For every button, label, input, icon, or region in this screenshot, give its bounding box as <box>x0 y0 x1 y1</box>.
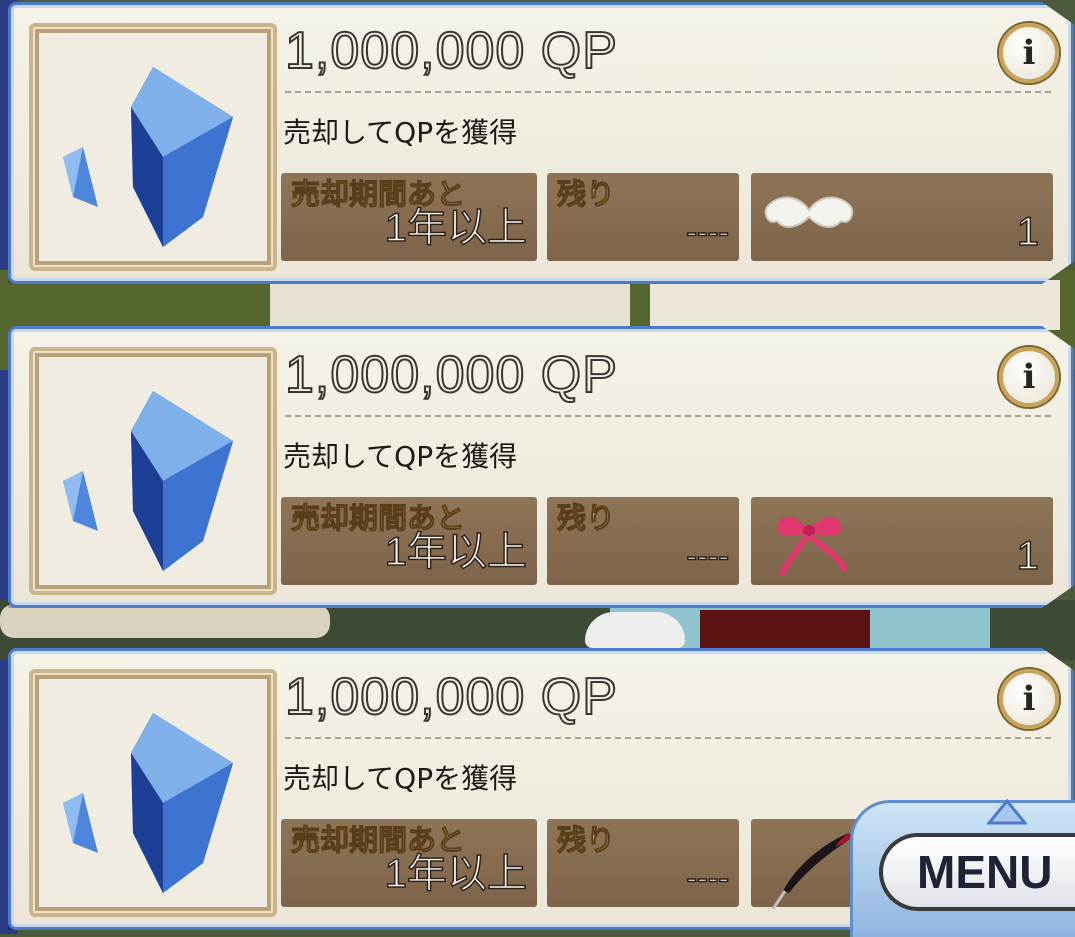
divider <box>285 415 1051 417</box>
remaining-value: ---- <box>686 537 730 575</box>
sell-period-field: 売却期間あと 1年以上 <box>281 497 537 585</box>
sell-period-field: 売却期間あと 1年以上 <box>281 819 537 907</box>
remaining-label: 残り <box>556 501 616 536</box>
crystal-icon <box>63 67 233 247</box>
bonus-item-field: 1 <box>751 497 1053 585</box>
divider <box>285 737 1051 739</box>
remaining-label: 残り <box>556 823 616 858</box>
item-description: 売却してQPを獲得 <box>283 762 518 795</box>
divider <box>285 91 1051 93</box>
remaining-value: ---- <box>686 213 730 251</box>
item-card[interactable]: 1,000,000 QP i 売却してQPを獲得 売却期間あと 1年以上 残り … <box>8 2 1074 284</box>
item-thumbnail <box>29 347 277 595</box>
item-card[interactable]: 1,000,000 QP i 売却してQPを獲得 売却期間あと 1年以上 残り … <box>8 326 1074 608</box>
remaining-field: 残り ---- <box>547 819 739 907</box>
chevron-up-icon[interactable] <box>987 799 1027 825</box>
mustache-icon <box>764 196 854 228</box>
remaining-field: 残り ---- <box>547 497 739 585</box>
crystal-icon <box>63 391 233 571</box>
menu-panel: MENU <box>850 799 1075 937</box>
qp-price: 1,000,000 QP <box>284 345 618 405</box>
remaining-field: 残り ---- <box>547 173 739 261</box>
info-button[interactable]: i <box>999 347 1059 407</box>
sell-period-value: 1年以上 <box>384 851 528 897</box>
info-button[interactable]: i <box>999 669 1059 729</box>
ribbon-icon <box>776 516 848 577</box>
bonus-item-field: 1 <box>751 173 1053 261</box>
sell-period-value: 1年以上 <box>384 529 528 575</box>
remaining-value: ---- <box>686 859 730 897</box>
sell-period-field: 売却期間あと 1年以上 <box>281 173 537 261</box>
item-description: 売却してQPを獲得 <box>283 440 518 473</box>
sell-period-value: 1年以上 <box>384 205 528 251</box>
bonus-item-count: 1 <box>1016 533 1040 579</box>
item-description: 売却してQPを獲得 <box>283 116 518 149</box>
bonus-item-count: 1 <box>1016 209 1040 255</box>
info-button[interactable]: i <box>999 23 1059 83</box>
item-thumbnail <box>29 23 277 271</box>
remaining-label: 残り <box>556 177 616 212</box>
crystal-icon <box>63 713 233 893</box>
menu-button[interactable]: MENU <box>879 833 1075 911</box>
item-thumbnail <box>29 669 277 917</box>
qp-price: 1,000,000 QP <box>284 21 618 81</box>
qp-price: 1,000,000 QP <box>284 667 618 727</box>
quill-icon <box>771 833 853 910</box>
